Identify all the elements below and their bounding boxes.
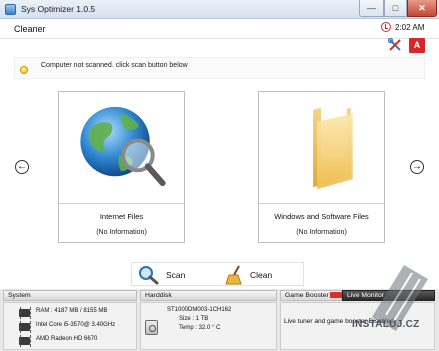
watermark-text: INSTALUJ.CZ [352, 319, 420, 330]
card-info: (No Information) [96, 229, 147, 236]
watermark-logo [372, 265, 428, 331]
maximize-button[interactable]: □ [384, 0, 407, 17]
clean-button[interactable]: Clean [222, 265, 288, 285]
cpu-icon [19, 321, 31, 333]
globe-search-icon [59, 106, 184, 204]
clock-icon [381, 22, 391, 32]
card-title: Internet Files [99, 212, 144, 221]
clock-time: 2:02 AM [395, 23, 425, 32]
section-title: Cleaner [14, 24, 46, 34]
next-arrow-icon[interactable]: → [410, 160, 424, 174]
scan-label: Scan [166, 270, 186, 280]
cpu-info: Intel Core i5-3570@ 3.40GHz [36, 322, 116, 328]
ram-info: RAM : 4187 MB / 8155 MB [36, 308, 108, 314]
action-bar: Scan Clean [131, 262, 304, 286]
bulb-icon [20, 66, 28, 74]
harddisk-icon [145, 320, 158, 335]
card-title: Windows and Software Files [274, 212, 369, 221]
window-title: Sys Optimizer 1.0.5 [21, 4, 96, 14]
internet-files-card[interactable]: Internet Files (No Information) [58, 91, 185, 243]
harddisk-model: ST1000DM003-1CH162 [167, 307, 232, 313]
app-icon [5, 4, 16, 15]
system-panel-title: System [3, 290, 137, 301]
tools-icon[interactable] [388, 38, 402, 52]
system-panel: RAM : 4187 MB / 8155 MB Intel Core i5-35… [3, 302, 137, 350]
gpu-icon [19, 335, 31, 347]
alert-badge[interactable]: A [409, 38, 425, 53]
folder-icon [259, 101, 384, 204]
minimize-button[interactable]: — [359, 0, 384, 17]
close-button[interactable]: ✕ [407, 0, 437, 17]
harddisk-panel-title: Harddisk [140, 290, 277, 301]
windows-software-files-card[interactable]: Windows and Software Files (No Informati… [258, 91, 385, 243]
previous-arrow-icon[interactable]: ← [15, 160, 29, 174]
status-row: Computer not scanned. click scan button … [14, 57, 425, 79]
gpu-info: AMD Radeon HD 6670 [36, 336, 98, 342]
harddisk-panel: ST1000DM003-1CH162 Size : 1 TB Temp : 32… [140, 302, 277, 350]
ram-icon [19, 307, 31, 319]
clean-label: Clean [250, 270, 273, 280]
broom-icon [225, 265, 242, 285]
header: Cleaner 2:02 AM [0, 19, 439, 39]
card-info: (No Information) [296, 229, 347, 236]
harddisk-size: Size : 1 TB [179, 316, 209, 322]
scan-button[interactable]: Scan [136, 265, 198, 285]
status-message: Computer not scanned. click scan button … [41, 62, 188, 69]
harddisk-temp: Temp : 32.0 ° C [179, 325, 221, 331]
magnifier-icon [139, 266, 159, 285]
title-bar: Sys Optimizer 1.0.5 — □ ✕ [0, 0, 439, 19]
